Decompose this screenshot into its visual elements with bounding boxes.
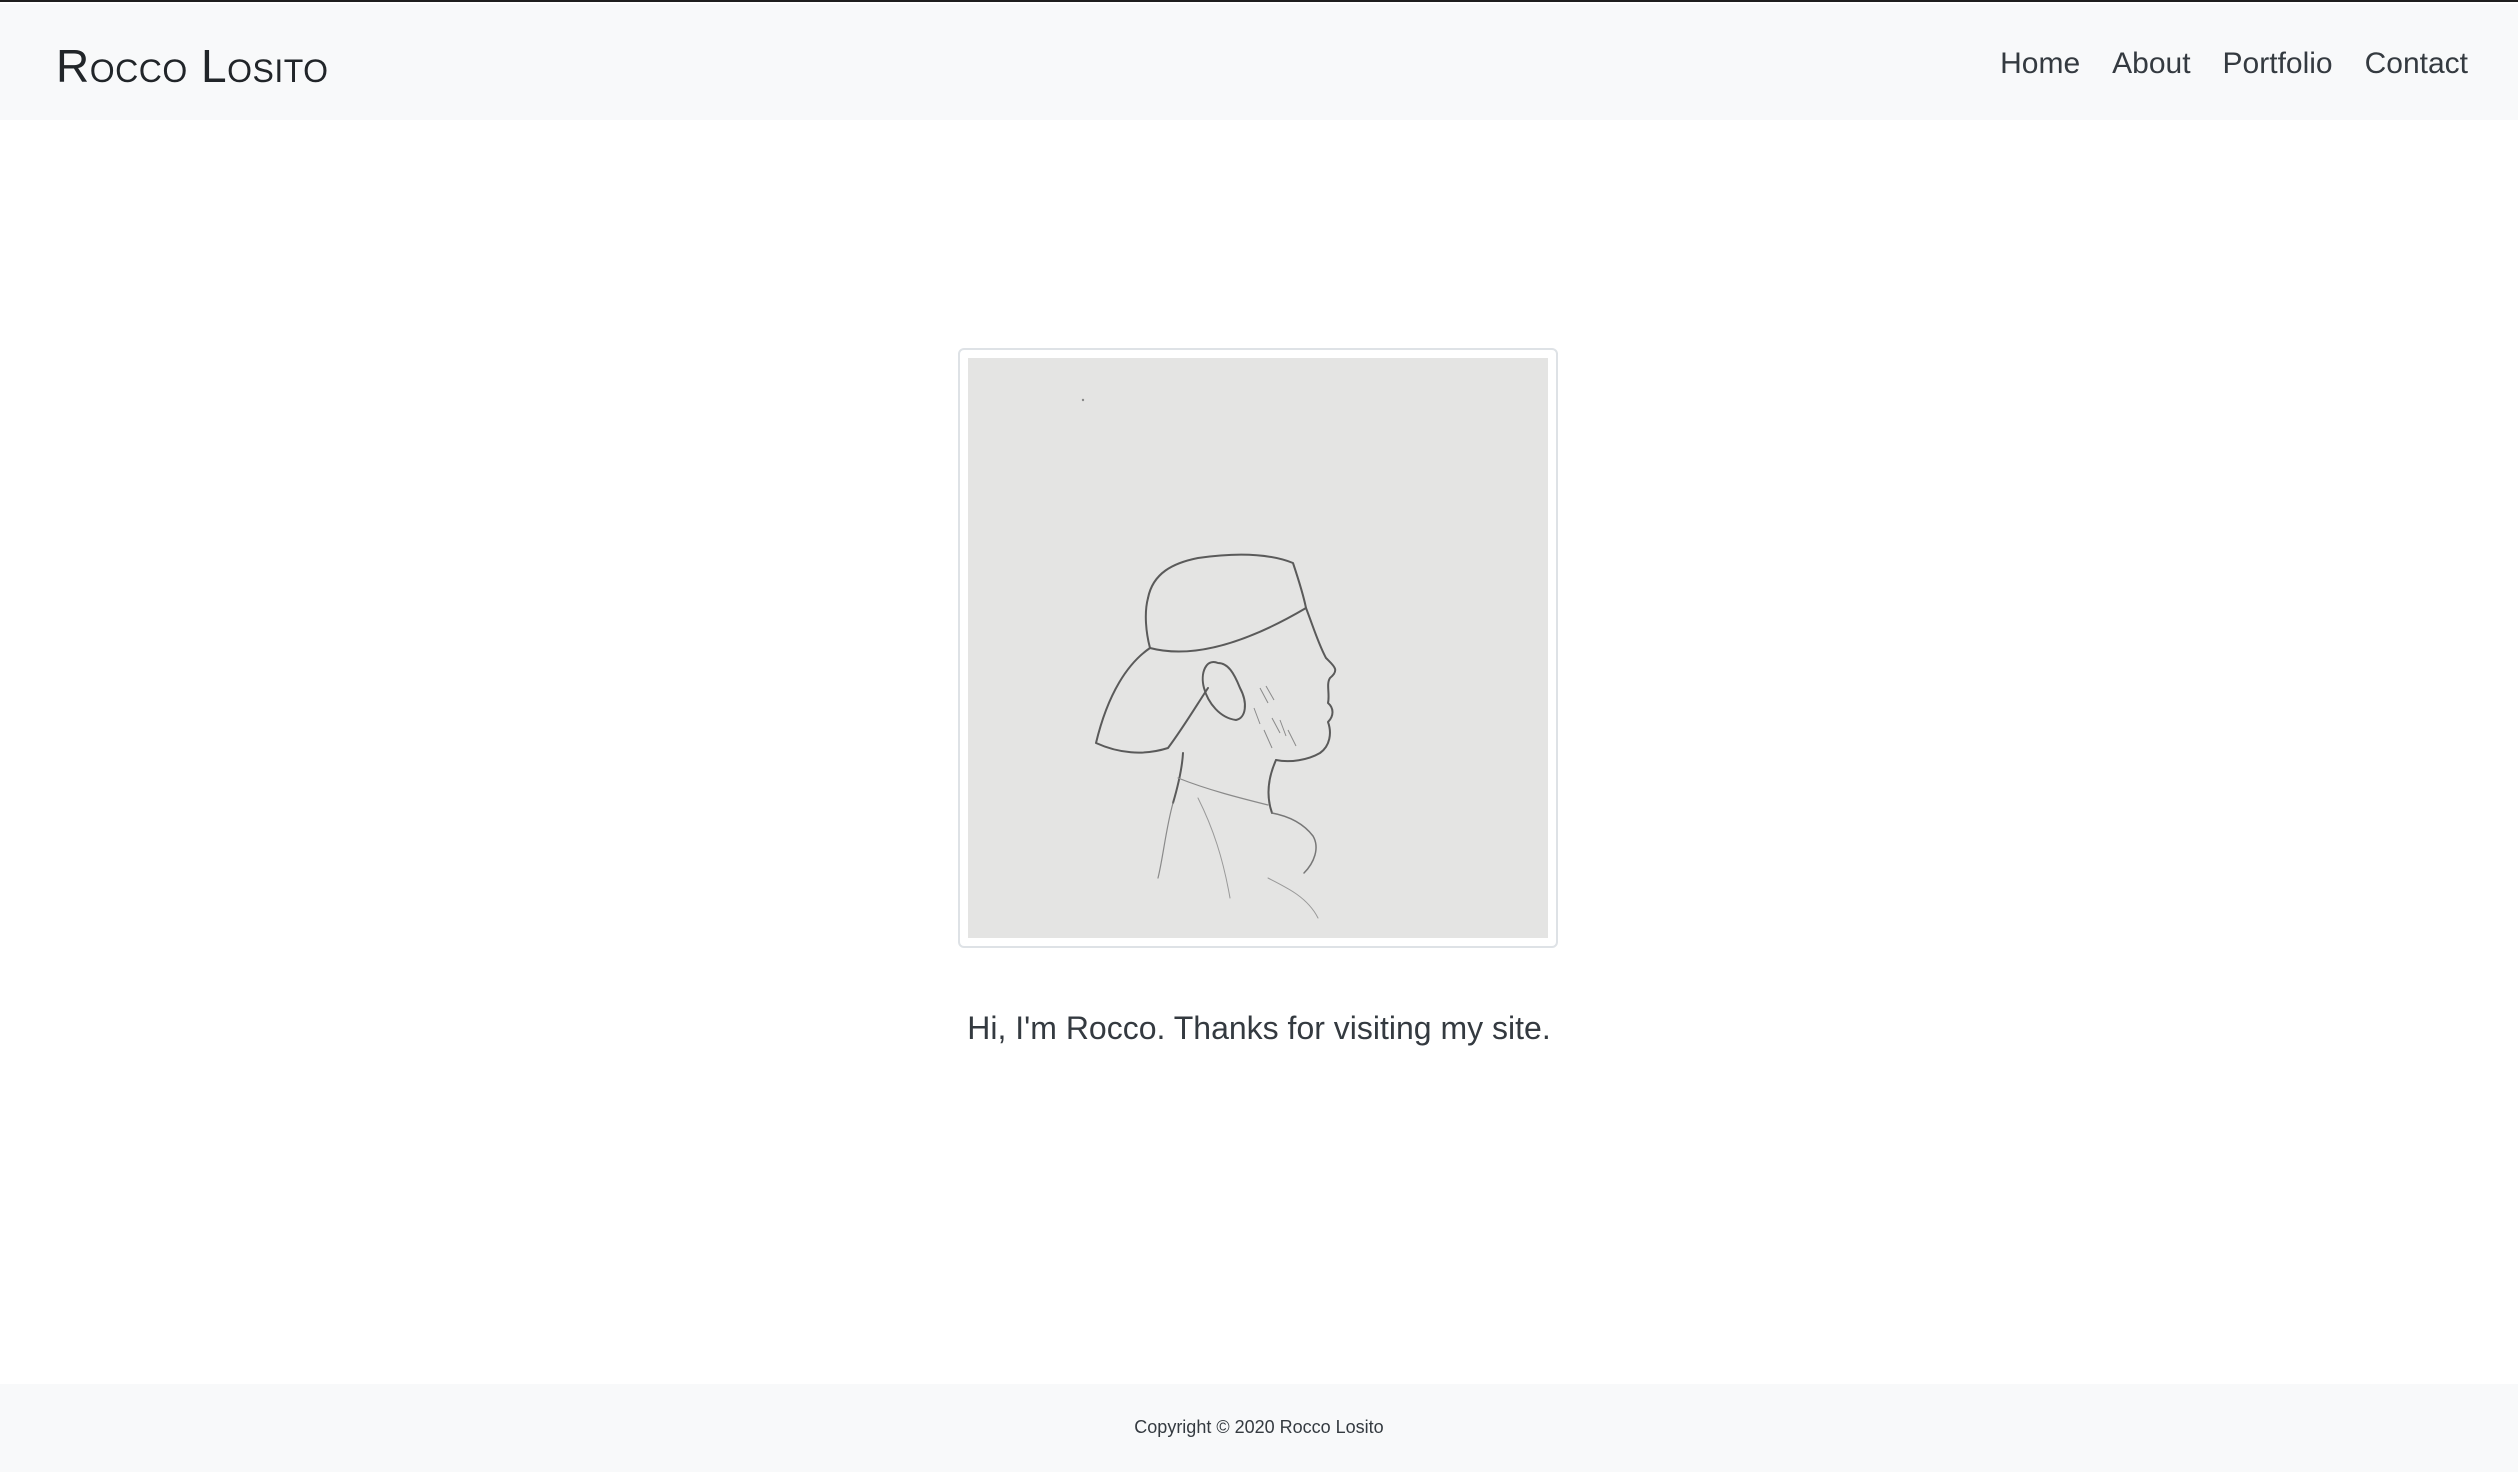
main-content: Hi, I'm Rocco. Thanks for visiting my si… bbox=[0, 120, 2518, 1384]
portrait-sketch-image bbox=[968, 358, 1548, 938]
nav-link-contact[interactable]: Contact bbox=[2365, 44, 2468, 84]
greeting-text: Hi, I'm Rocco. Thanks for visiting my si… bbox=[967, 1010, 1551, 1046]
portrait-frame bbox=[958, 348, 1558, 948]
main-nav: Home About Portfolio Contact bbox=[2000, 44, 2468, 84]
navbar: Rocco Losito Home About Portfolio Contac… bbox=[0, 4, 2518, 120]
nav-link-about[interactable]: About bbox=[2112, 44, 2190, 84]
copyright-text: Copyright © 2020 Rocco Losito bbox=[1134, 1417, 1384, 1437]
brand-logo-link[interactable]: Rocco Losito bbox=[56, 38, 329, 94]
nav-link-home[interactable]: Home bbox=[2000, 44, 2080, 84]
nav-link-portfolio[interactable]: Portfolio bbox=[2223, 44, 2333, 84]
footer: Copyright © 2020 Rocco Losito bbox=[0, 1384, 2518, 1472]
